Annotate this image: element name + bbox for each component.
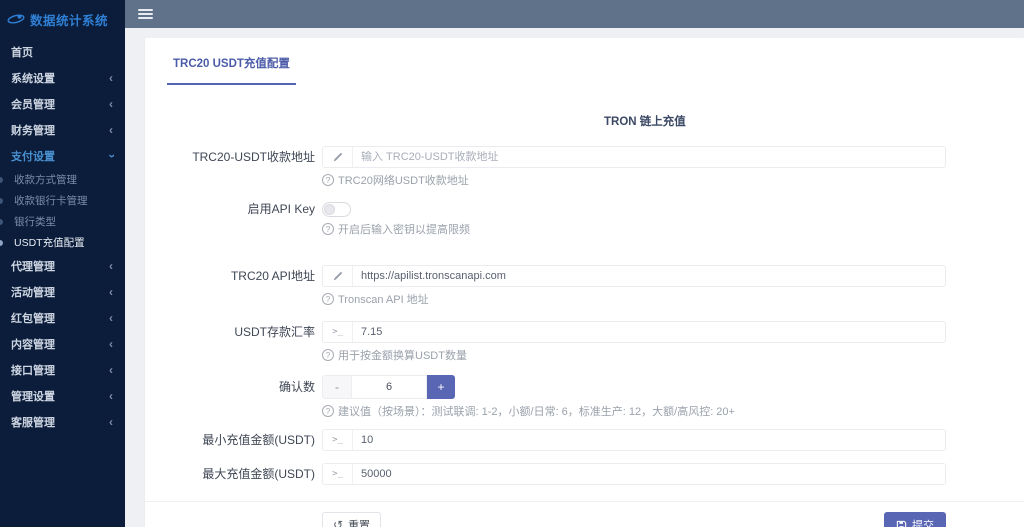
terminal-icon: >_ xyxy=(323,322,353,342)
chevron-left-icon: ‹ xyxy=(109,285,113,299)
chevron-left-icon: ‹ xyxy=(109,363,113,377)
help-text: 建议值（按场景）：测试联调: 1-2，小额/日常: 6，标准生产: 12，大额/… xyxy=(338,405,735,418)
field-label: 启用API Key xyxy=(247,202,315,216)
field-min-amount: 最小充值金额(USDT) >_ xyxy=(167,429,946,451)
confirmations-stepper: - + xyxy=(322,375,455,399)
content-area: TRC20 USDT充值配置 TRON 链上充值 TRC20-USDT收款地址 xyxy=(125,28,1024,527)
help-text: 开启后输入密钥以提高限频 xyxy=(338,223,470,236)
reset-icon: ↺ xyxy=(333,518,344,527)
help-icon: ? xyxy=(322,292,334,305)
usdt-rate-input[interactable] xyxy=(353,326,945,338)
field-label: TRC20 API地址 xyxy=(230,269,315,283)
tab-bar: TRC20 USDT充值配置 xyxy=(167,38,946,85)
sidebar-item-home[interactable]: 首页 xyxy=(0,39,125,65)
stepper-plus-button[interactable]: + xyxy=(427,375,455,399)
chevron-left-icon: ‹ xyxy=(109,71,113,85)
terminal-icon: >_ xyxy=(323,430,353,450)
bullet-icon xyxy=(0,219,3,225)
field-trc20-address: TRC20-USDT收款地址 ? TRC20网络USDT收款地址 xyxy=(167,146,946,187)
field-max-amount: 最大充值金额(USDT) >_ xyxy=(167,463,946,485)
api-url-input[interactable] xyxy=(353,270,945,282)
chevron-left-icon: ‹ xyxy=(109,311,113,325)
logo-icon xyxy=(7,14,25,24)
bullet-icon xyxy=(0,240,3,246)
sidebar-nav: 首页 系统设置 ‹ 会员管理 ‹ 财务管理 ‹ 支付设置 ‹ 收款方式管理 收款… xyxy=(0,39,125,435)
min-amount-input[interactable] xyxy=(353,434,945,446)
terminal-icon: >_ xyxy=(323,464,353,484)
sidebar-item-usdt-recharge-config[interactable]: USDT充值配置 xyxy=(0,232,125,253)
app-window: 数据统计系统 首页 系统设置 ‹ 会员管理 ‹ 财务管理 ‹ 支付设置 ‹ 收款… xyxy=(0,0,1024,527)
max-amount-input[interactable] xyxy=(353,468,945,480)
help-text: 用于按金额换算USDT数量 xyxy=(338,349,467,362)
confirmations-input[interactable] xyxy=(351,375,427,399)
help-icon: ? xyxy=(322,404,334,417)
api-key-toggle[interactable] xyxy=(322,202,351,217)
sidebar-item-admin-settings[interactable]: 管理设置 ‹ xyxy=(0,383,125,409)
field-api-url: TRC20 API地址 ? Tronscan API 地址 xyxy=(167,265,946,306)
sidebar-item-finance-management[interactable]: 财务管理 ‹ xyxy=(0,117,125,143)
field-label: TRC20-USDT收款地址 xyxy=(192,150,315,164)
chevron-left-icon: ‹ xyxy=(109,337,113,351)
chevron-left-icon: ‹ xyxy=(109,259,113,273)
sidebar-item-redpacket-management[interactable]: 红包管理 ‹ xyxy=(0,305,125,331)
section-title: TRON 链上充值 xyxy=(604,116,686,128)
tab-trc20-usdt-config[interactable]: TRC20 USDT充值配置 xyxy=(167,55,296,85)
trc20-address-input[interactable] xyxy=(353,151,945,163)
sidebar-item-payment-method-management[interactable]: 收款方式管理 xyxy=(0,169,125,190)
sidebar-item-bank-card-management[interactable]: 收款银行卡管理 xyxy=(0,190,125,211)
sidebar-item-system-settings[interactable]: 系统设置 ‹ xyxy=(0,65,125,91)
bullet-icon xyxy=(0,177,3,183)
sidebar-item-agent-management[interactable]: 代理管理 ‹ xyxy=(0,253,125,279)
pencil-icon xyxy=(323,266,353,286)
logo: 数据统计系统 xyxy=(0,3,125,35)
help-icon: ? xyxy=(322,173,334,186)
field-label: 最小充值金额(USDT) xyxy=(202,433,315,447)
main-area: TRC20 USDT充值配置 TRON 链上充值 TRC20-USDT收款地址 xyxy=(125,0,1024,527)
chevron-down-icon: ‹ xyxy=(104,154,118,158)
help-icon: ? xyxy=(322,348,334,361)
chevron-left-icon: ‹ xyxy=(109,415,113,429)
reset-button[interactable]: ↺ 重置 xyxy=(322,512,382,527)
field-label: 最大充值金额(USDT) xyxy=(202,467,315,481)
field-label: USDT存款汇率 xyxy=(234,325,315,339)
save-icon xyxy=(896,520,907,527)
stepper-minus-button[interactable]: - xyxy=(322,375,351,399)
help-text: TRC20网络USDT收款地址 xyxy=(338,174,469,187)
sidebar-item-bank-type[interactable]: 银行类型 xyxy=(0,211,125,232)
sidebar-item-content-management[interactable]: 内容管理 ‹ xyxy=(0,331,125,357)
config-card: TRC20 USDT充值配置 TRON 链上充值 TRC20-USDT收款地址 xyxy=(145,38,1024,527)
sidebar-item-activity-management[interactable]: 活动管理 ‹ xyxy=(0,279,125,305)
hamburger-icon[interactable] xyxy=(138,7,153,21)
field-api-key-toggle: 启用API Key ? 开启后输入密钥以提高限频 xyxy=(167,202,946,236)
sidebar-item-api-management[interactable]: 接口管理 ‹ xyxy=(0,357,125,383)
app-title: 数据统计系统 xyxy=(30,13,109,28)
sidebar-item-member-management[interactable]: 会员管理 ‹ xyxy=(0,91,125,117)
sidebar: 数据统计系统 首页 系统设置 ‹ 会员管理 ‹ 财务管理 ‹ 支付设置 ‹ 收款… xyxy=(0,0,125,527)
sidebar-item-payment-settings[interactable]: 支付设置 ‹ xyxy=(0,143,125,169)
chevron-left-icon: ‹ xyxy=(109,97,113,111)
field-confirmations: 确认数 - + ? 建议值（按场景）：测试联调: 1-2，小额/日常: 6，标准… xyxy=(167,375,946,418)
help-text: Tronscan API 地址 xyxy=(338,293,429,306)
submit-button[interactable]: 提交 xyxy=(884,512,946,527)
chevron-left-icon: ‹ xyxy=(109,123,113,137)
pencil-icon xyxy=(323,147,353,167)
toggle-knob-icon xyxy=(324,204,335,215)
topbar xyxy=(125,0,1024,28)
form-footer: ↺ 重置 提交 xyxy=(167,502,946,527)
help-icon: ? xyxy=(322,222,334,235)
field-usdt-rate: USDT存款汇率 >_ ? 用于按金额换算USDT数量 xyxy=(167,321,946,362)
sidebar-item-support-management[interactable]: 客服管理 ‹ xyxy=(0,409,125,435)
bullet-icon xyxy=(0,198,3,204)
field-label: 确认数 xyxy=(278,380,315,394)
chevron-left-icon: ‹ xyxy=(109,389,113,403)
